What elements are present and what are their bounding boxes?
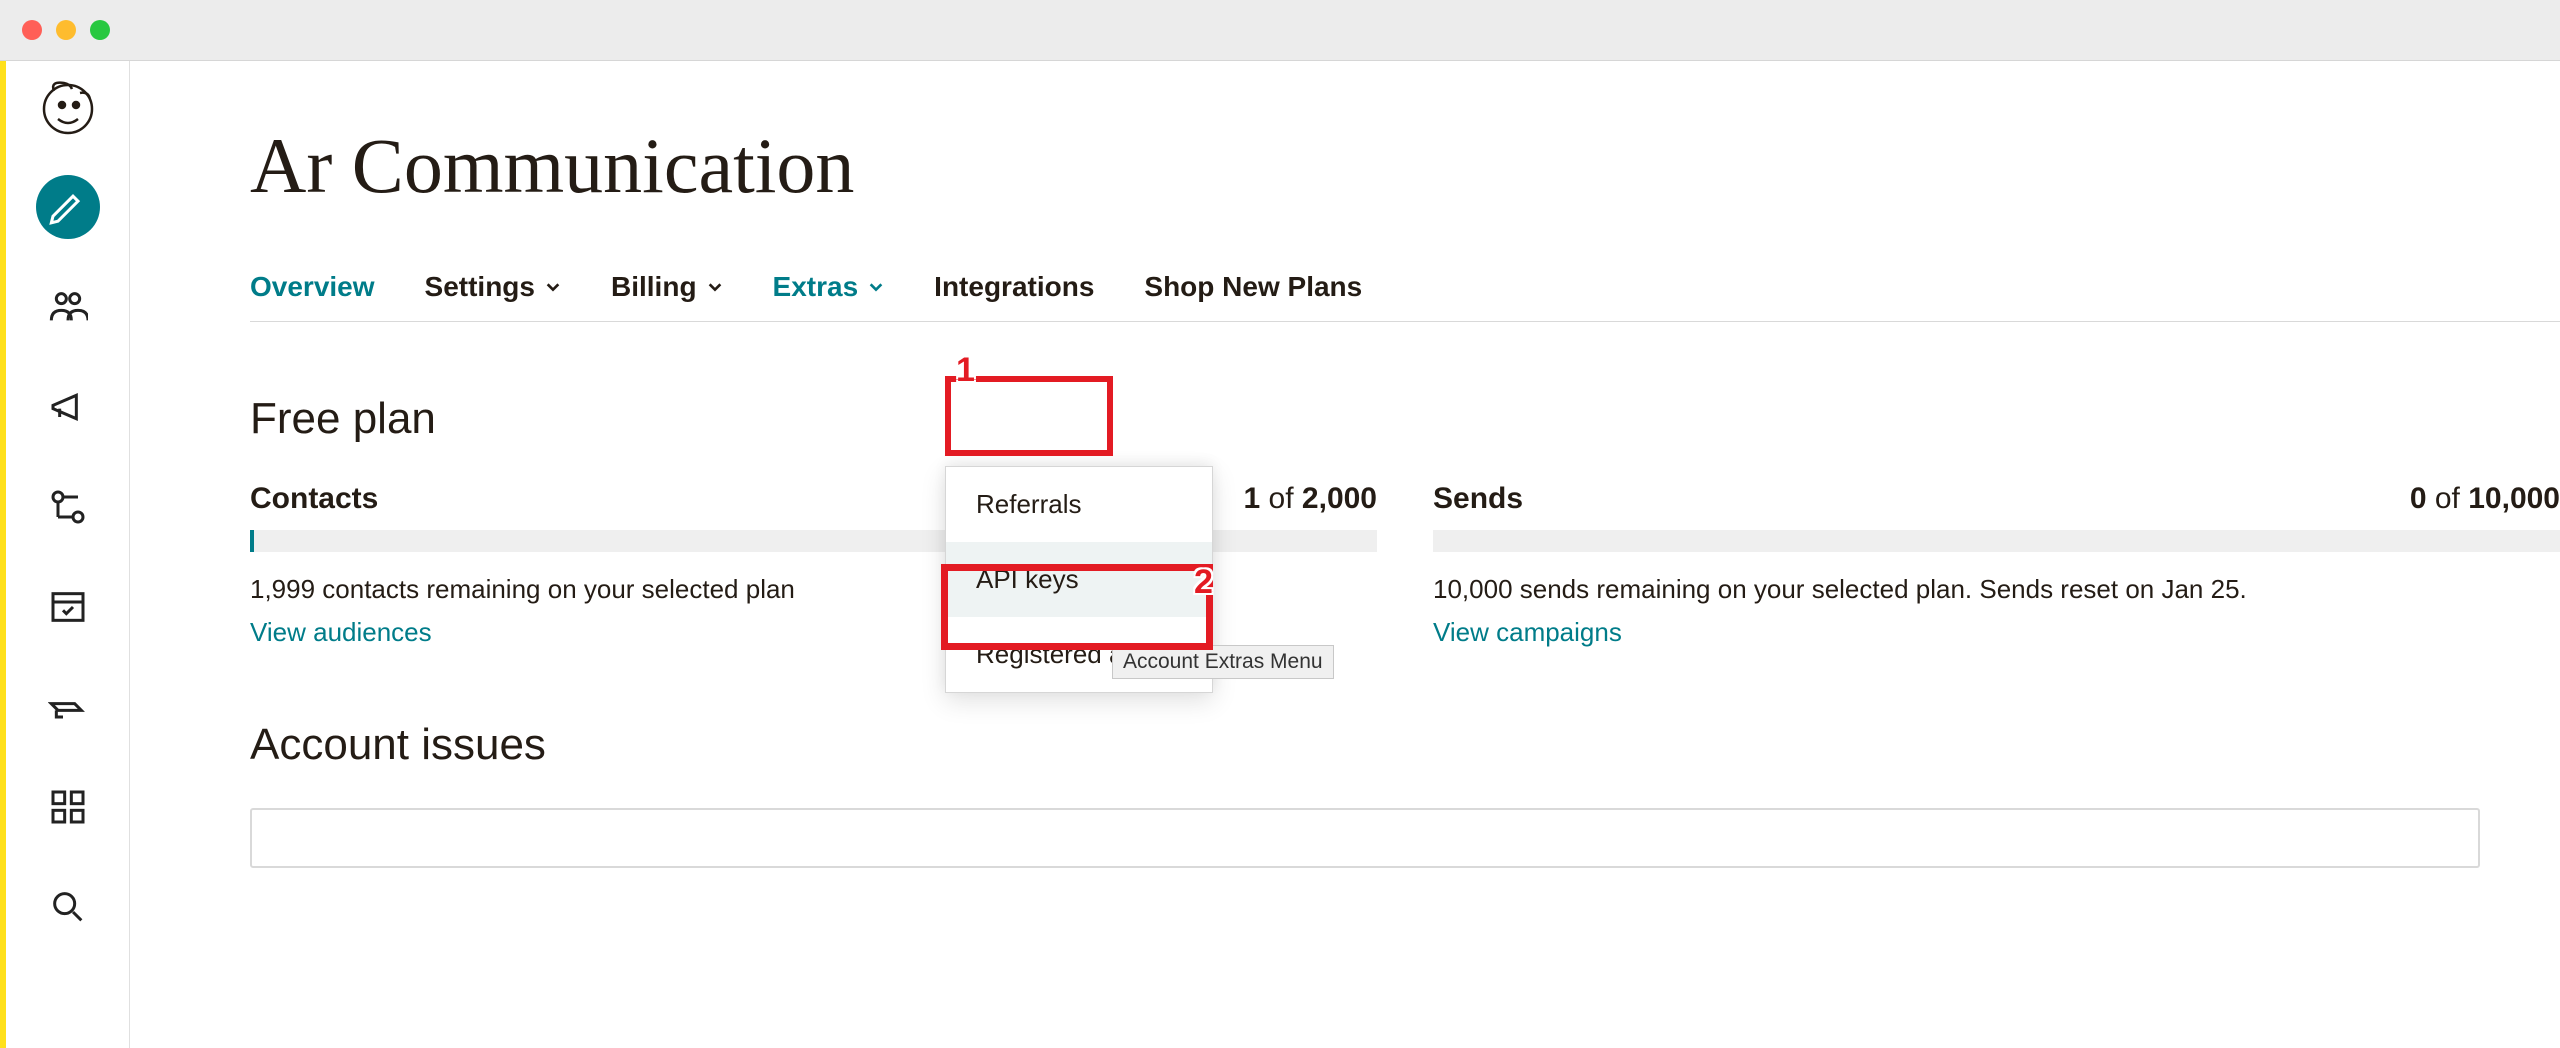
annotation-box-2 — [941, 564, 1213, 650]
contacts-value: 1 of 2,000 — [1244, 482, 1377, 516]
issues-heading: Account issues — [250, 720, 2560, 770]
sends-value: 0 of 10,000 — [2410, 482, 2560, 516]
chevron-down-icon — [868, 279, 884, 295]
tab-label: Overview — [250, 271, 375, 303]
tab-label: Integrations — [934, 271, 1094, 303]
extras-tooltip: Account Extras Menu — [1112, 645, 1334, 679]
window-titlebar — [0, 0, 2560, 60]
chevron-down-icon — [545, 279, 561, 295]
view-campaigns-link[interactable]: View campaigns — [1433, 617, 2560, 648]
annotation-number-1: 1 — [956, 351, 975, 390]
create-icon[interactable] — [36, 175, 100, 239]
audience-icon[interactable] — [36, 275, 100, 339]
tab-billing[interactable]: Billing — [611, 271, 723, 303]
campaigns-icon[interactable] — [36, 375, 100, 439]
automations-icon[interactable] — [36, 475, 100, 539]
extras-menu-referrals[interactable]: Referrals — [946, 467, 1212, 542]
close-window-button[interactable] — [22, 20, 42, 40]
search-icon[interactable] — [36, 875, 100, 939]
tab-label: Shop New Plans — [1144, 271, 1362, 303]
mailchimp-logo-icon[interactable] — [36, 75, 100, 139]
sends-description: 10,000 sends remaining on your selected … — [1433, 574, 2560, 605]
sends-label: Sends — [1433, 482, 1523, 516]
tab-label: Settings — [425, 271, 535, 303]
tab-extras[interactable]: Extras — [773, 271, 885, 303]
maximize-window-button[interactable] — [90, 20, 110, 40]
content-icon[interactable] — [36, 675, 100, 739]
tab-integrations[interactable]: Integrations — [934, 271, 1094, 303]
tab-settings[interactable]: Settings — [425, 271, 561, 303]
sends-stat-block: Sends 0 of 10,000 10,000 sends remaining… — [1433, 482, 2560, 648]
annotation-number-2: 2 — [1194, 563, 1213, 602]
tab-overview[interactable]: Overview — [250, 271, 375, 303]
contacts-progress-fill — [250, 530, 254, 552]
tab-label: Billing — [611, 271, 697, 303]
main-content: Ar Communication Overview Settings Billi… — [130, 61, 2560, 1048]
account-tabs: Overview Settings Billing Extras Integra… — [250, 271, 2560, 322]
integrations-icon[interactable] — [36, 775, 100, 839]
sends-progress-bar — [1433, 530, 2560, 552]
plan-heading: Free plan — [250, 394, 2560, 444]
website-icon[interactable] — [36, 575, 100, 639]
sidebar-nav — [6, 61, 130, 1048]
contacts-label: Contacts — [250, 482, 378, 516]
chevron-down-icon — [707, 279, 723, 295]
tab-label: Extras — [773, 271, 859, 303]
tab-shop-plans[interactable]: Shop New Plans — [1144, 271, 1362, 303]
minimize-window-button[interactable] — [56, 20, 76, 40]
page-title: Ar Communication — [250, 121, 2560, 211]
plan-stats: Contacts 1 of 2,000 1,999 contacts remai… — [250, 482, 2560, 648]
account-issues-panel — [250, 808, 2480, 868]
